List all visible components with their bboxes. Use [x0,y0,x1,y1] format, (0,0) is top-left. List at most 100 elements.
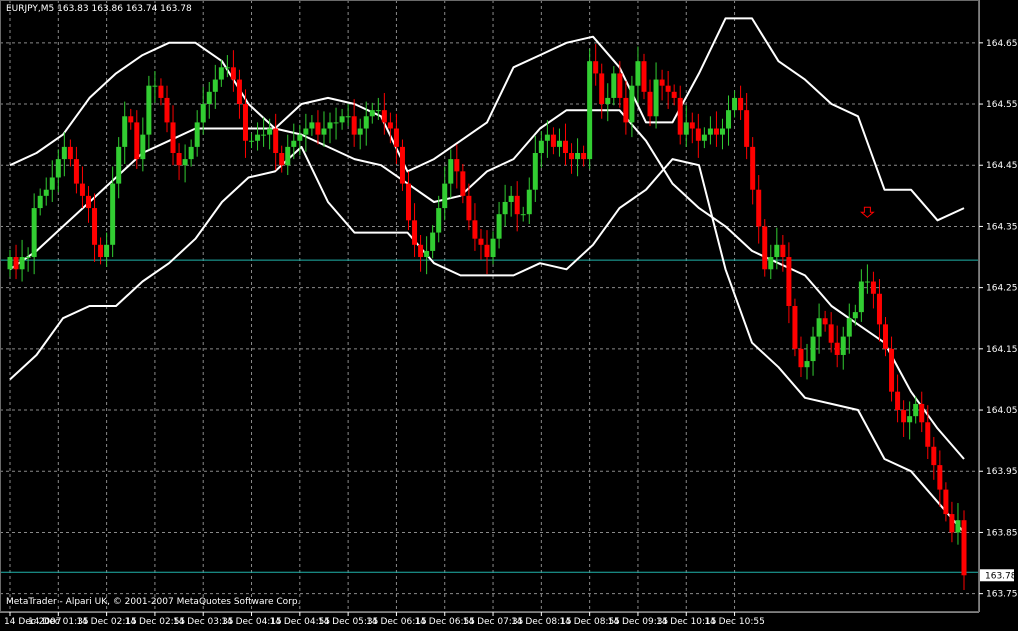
candle-body [170,122,176,153]
candle-body [864,281,870,283]
candle-body [104,244,110,258]
candle-body [792,306,798,349]
candle-body [140,134,146,160]
candle-body [357,128,363,135]
candle-body [689,122,695,129]
candle-body [514,195,520,215]
candle-body [804,361,810,368]
time-tick-label: 14 Dec 10:55 [704,617,765,627]
candle-body [949,514,955,533]
candle-body [393,128,399,147]
candle-body [285,146,291,166]
candle-body [883,324,889,349]
candle-body [249,140,255,142]
candle-body [641,61,647,92]
candle-body [750,146,756,190]
candle-body [19,257,25,270]
candle-body [194,122,200,147]
candle-body [599,73,605,105]
chart-window[interactable]: 164.65 164.55 164.45 164.35 164.25 164.15 164.… [0,0,1018,627]
candle-body [255,134,261,141]
candle-body [840,336,846,355]
candle-body [744,110,750,147]
candle-body [327,122,333,129]
candle-body [538,140,544,153]
candle-body [907,416,913,423]
candle-body [67,146,73,160]
candle-body [212,79,218,92]
candle-body [110,183,116,245]
candle-body [701,134,707,141]
candle-body [279,153,285,166]
candle-body [442,183,448,209]
candle-body [7,257,13,270]
candle-body [236,79,242,105]
price-chart[interactable]: 164.65 164.55 164.45 164.35 164.25 164.15 164.… [0,0,1018,627]
candle-body [852,312,858,319]
candle-body [665,85,671,92]
candle-body [31,208,37,258]
candle-body [502,201,508,215]
current-price-label: 163.78 [985,571,1017,581]
candle-body [55,159,61,178]
candle-body [309,122,315,129]
candle-body [774,244,780,258]
candle-body [901,410,907,423]
candle-body [726,110,732,129]
candle-body [85,195,91,209]
candle-body [889,348,895,392]
candle-body [43,189,49,196]
candle-body [713,128,719,135]
candle-body [436,208,442,233]
candle-body [37,195,43,209]
candle-body [575,153,581,160]
candle-body [369,110,375,117]
candle-body [128,116,134,123]
candle-body [846,318,852,337]
candle-body [242,104,248,141]
candle-body [418,244,424,258]
candle-body [412,220,418,245]
candle-body [526,189,532,215]
candle-body [466,195,472,221]
candle-body [623,97,629,123]
candle-body [92,208,98,245]
price-tick-label: 164.35 [986,222,1018,232]
candle-body [188,146,194,160]
candle-body [738,97,744,111]
candle-body [913,403,919,417]
candle-body [79,183,85,196]
candle-body [206,91,212,105]
candle-body [291,140,297,147]
price-tick-label: 163.85 [986,528,1018,538]
candle-body [647,91,653,117]
candle-body [73,159,79,184]
candle-body [834,342,840,355]
candle-body [719,128,725,135]
candle-body [351,116,357,135]
candle-body [430,232,436,251]
candle-body [828,324,834,343]
candle-body [550,134,556,147]
candle-body [593,61,599,74]
candle-body [152,85,158,87]
price-tick-label: 164.15 [986,345,1018,355]
candle-body [158,85,164,98]
candle-body [659,79,665,86]
candle-body [448,159,454,184]
candle-body [478,238,484,245]
candle-body [810,336,816,362]
candle-body [780,244,786,258]
price-tick-label: 163.75 [986,590,1018,600]
candle-body [556,140,562,147]
candle-body [768,257,774,270]
candle-body [496,214,502,239]
candle-body [925,422,931,447]
candle-body [61,146,67,160]
candle-body [611,73,617,98]
candle-body [321,128,327,135]
candle-body [98,244,104,258]
candle-body [937,465,943,490]
candle-body [671,91,677,98]
candle-body [786,257,792,306]
